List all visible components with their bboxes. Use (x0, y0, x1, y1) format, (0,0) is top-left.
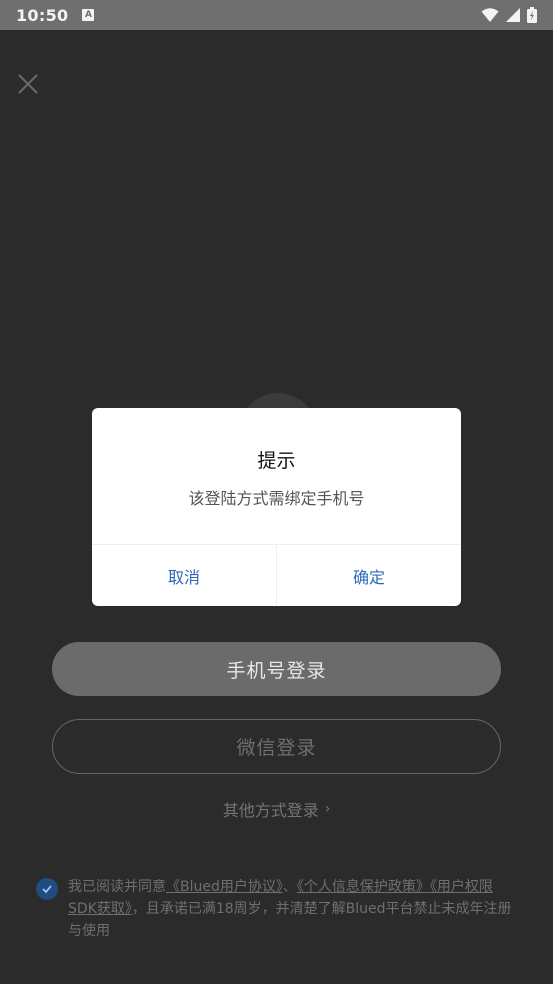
dialog-message: 该登陆方式需绑定手机号 (188, 489, 365, 508)
dialog-actions: 取消 确定 (92, 544, 461, 606)
cancel-button[interactable]: 取消 (92, 545, 276, 606)
confirm-button[interactable]: 确定 (276, 545, 461, 606)
dialog-title: 提示 (257, 450, 296, 472)
bind-phone-dialog: 提示 该登陆方式需绑定手机号 取消 确定 (92, 408, 461, 606)
